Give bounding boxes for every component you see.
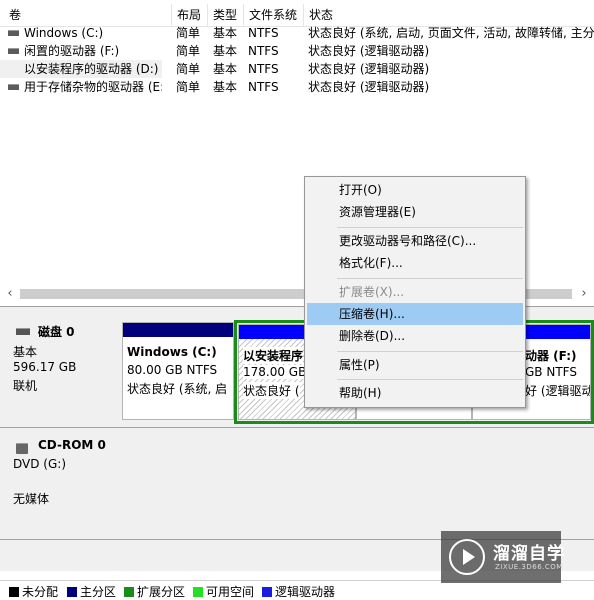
menu-item-help[interactable]: 帮助(H) [307, 382, 523, 404]
primary-partition-bar [123, 323, 233, 337]
column-header-type[interactable]: 类型 [208, 4, 244, 26]
legend: 未分配 主分区 扩展分区 可用空间 逻辑驱动器 [0, 580, 594, 600]
cdrom-0-info[interactable]: CD-ROM 0 DVD (G:) 无媒体 [4, 431, 118, 539]
partition-f-status: 好 (逻辑驱动 [525, 384, 591, 398]
divider [0, 427, 594, 428]
volume-status: 状态良好 (逻辑驱动器) [308, 44, 430, 58]
volume-status: 状态良好 (逻辑驱动器) [308, 62, 430, 76]
volume-layout: 简单 [176, 44, 201, 58]
menu-separator [337, 379, 523, 380]
cdrom-icon [16, 443, 28, 454]
volume-filesystem: NTFS [248, 26, 279, 40]
volume-filesystem: NTFS [248, 62, 279, 76]
partition-f-name: 动器 (F:) [525, 349, 577, 363]
menu-separator [337, 351, 523, 352]
legend-item-extended: 扩展分区 [124, 585, 185, 599]
partition-c[interactable]: Windows (C:) 80.00 GB NTFS 状态良好 (系统, 启 [122, 322, 234, 420]
menu-separator [337, 278, 523, 279]
volume-filesystem: NTFS [248, 80, 279, 94]
scroll-left-icon[interactable]: ‹ [2, 286, 18, 302]
table-row[interactable]: 以安装程序的驱动器 (D:) 简单 基本 NTFS 状态良好 (逻辑驱动器) [0, 60, 594, 78]
disk-0-info[interactable]: 磁盘 0 基本 596.17 GB 联机 [4, 317, 118, 425]
legend-item-primary: 主分区 [67, 585, 116, 599]
partition-d-name: 以安装程序 [243, 347, 304, 364]
volume-status: 状态良好 (逻辑驱动器) [308, 80, 430, 94]
cdrom-0-state: 无媒体 [13, 492, 50, 506]
legend-swatch [124, 587, 134, 597]
menu-item-delete-volume[interactable]: 删除卷(D)... [307, 325, 523, 347]
hard-disk-icon [16, 328, 30, 335]
watermark: 溜溜自学 ZIXUE.3D66.COM [441, 531, 564, 583]
volume-layout: 简单 [176, 80, 201, 94]
legend-item-free-space: 可用空间 [193, 585, 254, 599]
partition-c-size: 80.00 GB NTFS [127, 363, 218, 377]
play-logo-icon [449, 539, 485, 575]
partition-c-name: Windows (C:) [127, 345, 217, 359]
table-row[interactable]: Windows (C:) 简单 基本 NTFS 状态良好 (系统, 启动, 页面… [0, 24, 594, 42]
disk-0-size: 596.17 GB [13, 360, 77, 374]
menu-item-shrink-volume[interactable]: 压缩卷(H)... [307, 303, 523, 325]
legend-item-unallocated: 未分配 [9, 585, 58, 599]
partition-c-status: 状态良好 (系统, 启 [127, 382, 228, 396]
column-header-status[interactable]: 状态 [304, 4, 594, 26]
menu-item-change-drive-letter[interactable]: 更改驱动器号和路径(C)... [307, 230, 523, 252]
table-row[interactable]: 用于存储杂物的驱动器 (E:) 简单 基本 NTFS 状态良好 (逻辑驱动器) [0, 78, 594, 96]
table-row[interactable]: 闲置的驱动器 (F:) 简单 基本 NTFS 状态良好 (逻辑驱动器) [0, 42, 594, 60]
column-header-layout[interactable]: 布局 [172, 4, 208, 26]
partition-d-size: 178.00 GB [243, 365, 307, 379]
partition-d-status: 状态良好 ( [243, 382, 300, 399]
volume-layout: 简单 [176, 26, 201, 40]
menu-item-extend-volume: 扩展卷(X)... [339, 285, 405, 299]
menu-item-open[interactable]: 打开(O) [307, 179, 523, 201]
column-header-filesystem[interactable]: 文件系统 [244, 4, 304, 26]
menu-separator [337, 227, 523, 228]
volume-name: 用于存储杂物的驱动器 (E:) [24, 80, 162, 94]
legend-swatch [67, 587, 77, 597]
volume-filesystem: NTFS [248, 44, 279, 58]
watermark-title: 溜溜自学 [493, 544, 565, 564]
volume-status: 状态良好 (系统, 启动, 页面文件, 活动, 故障转储, 主分 [308, 26, 594, 40]
legend-swatch [9, 587, 19, 597]
legend-item-logical: 逻辑驱动器 [262, 585, 335, 599]
watermark-url: ZIXUE.3D66.COM [495, 563, 563, 571]
volume-name: Windows (C:) [24, 26, 104, 40]
legend-swatch [193, 587, 203, 597]
disk-0-kind: 基本 [13, 345, 38, 359]
volume-type: 基本 [213, 44, 238, 58]
cdrom-0-name: CD-ROM 0 [38, 438, 106, 452]
volume-name: 闲置的驱动器 (F:) [24, 44, 120, 58]
partition-f-size: GB NTFS [525, 365, 577, 379]
volume-type: 基本 [213, 80, 238, 94]
context-menu: 打开(O) 资源管理器(E) 更改驱动器号和路径(C)... 格式化(F)...… [304, 176, 526, 408]
menu-item-format[interactable]: 格式化(F)... [307, 252, 523, 274]
cdrom-0-drive: DVD (G:) [13, 457, 66, 471]
menu-item-properties[interactable]: 属性(P) [307, 354, 523, 376]
column-header-volume[interactable]: 卷 [4, 4, 172, 26]
volume-type: 基本 [213, 26, 238, 40]
menu-item-explorer[interactable]: 资源管理器(E) [307, 201, 523, 223]
scroll-right-icon[interactable]: › [576, 286, 592, 302]
volume-layout: 简单 [176, 62, 201, 76]
disk-0-state: 联机 [13, 379, 38, 393]
legend-swatch [262, 587, 272, 597]
disk-0-name: 磁盘 0 [38, 325, 75, 339]
volume-type: 基本 [213, 62, 238, 76]
volume-name: 以安装程序的驱动器 (D:) [0, 60, 162, 78]
